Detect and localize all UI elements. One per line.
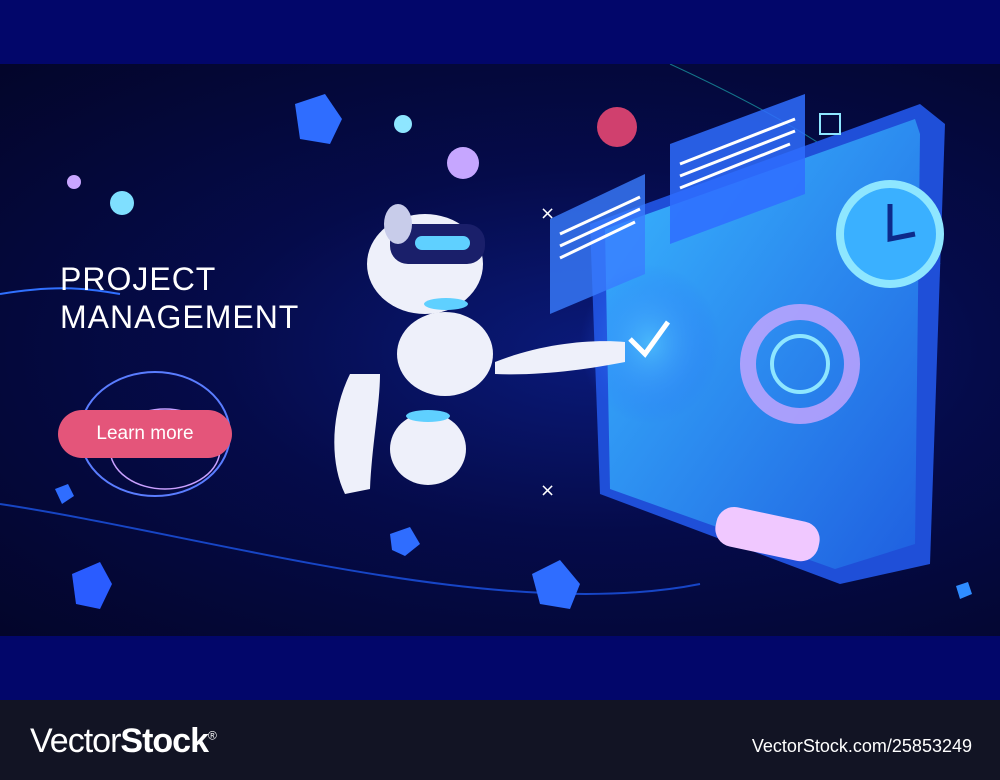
bottom-band (0, 636, 1000, 700)
title-line-2: MANAGEMENT (60, 299, 300, 335)
watermark-footer: VectorStock® VectorStock.com/25853249 (0, 700, 1000, 780)
planet-orb (597, 107, 637, 147)
checkbox-icon (819, 113, 841, 135)
planet-orb (110, 191, 134, 215)
crystal (956, 582, 972, 599)
planet-orb (67, 175, 81, 189)
vectorstock-logo: VectorStock® (30, 722, 217, 761)
crystal (55, 484, 74, 504)
image-reference: VectorStock.com/25853249 (751, 736, 972, 756)
planet-orb (447, 147, 479, 179)
hero-illustration: × × PROJECT MANAGEMENT Learn more (0, 64, 1000, 636)
crystal (295, 94, 342, 144)
close-icon: × (540, 480, 555, 501)
title-line-1: PROJECT (60, 261, 217, 297)
crystal (532, 560, 580, 609)
page-title: PROJECT MANAGEMENT (60, 260, 299, 336)
logo-bold: Stock (120, 722, 209, 760)
top-band (0, 0, 1000, 64)
crystal (390, 527, 420, 556)
learn-more-button[interactable]: Learn more (58, 410, 232, 458)
logo-regular: Vector (30, 722, 121, 760)
planet-orb (394, 115, 412, 133)
close-icon: × (540, 203, 555, 224)
crystal (72, 562, 112, 609)
illustration-art: × × (0, 64, 972, 609)
logo-mark: ® (207, 728, 217, 743)
